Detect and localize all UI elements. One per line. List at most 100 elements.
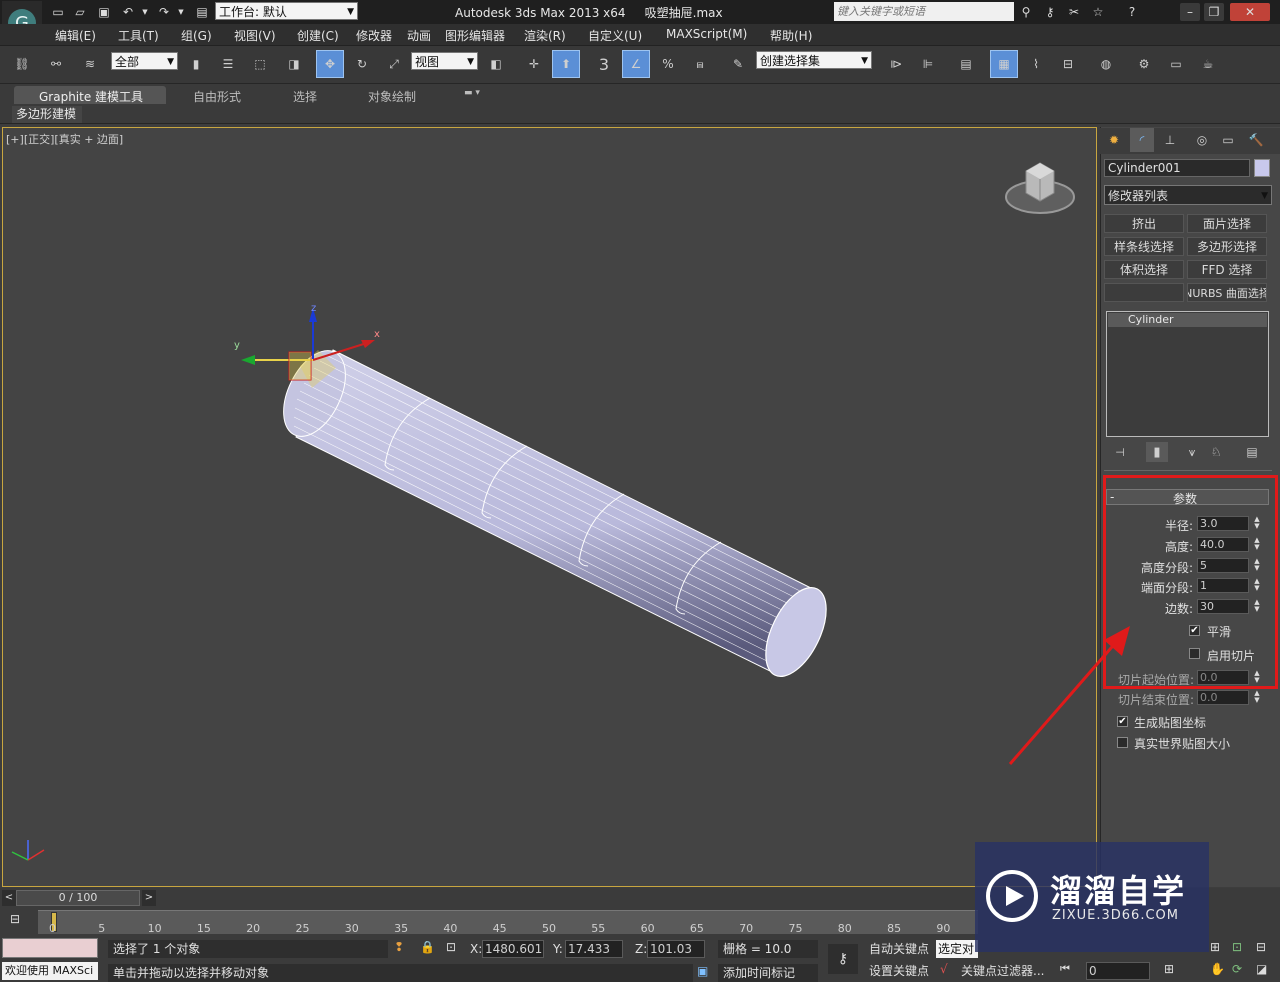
add-time-tag-icon[interactable]: ▣ [697,964,715,982]
welcome-text: 欢迎使用 MAXSci [2,962,98,980]
coord-y-input[interactable]: 17.433 [565,940,623,958]
timeline-tick-label: 10 [147,922,162,935]
absolute-mode-icon[interactable]: ⊡ [446,940,464,958]
auto-key-button[interactable]: 自动关键点 [864,940,934,958]
time-slider-prev[interactable]: < [2,890,16,906]
set-key-icon[interactable]: ⚷ [828,944,858,974]
modifier-stack-item[interactable]: Cylinder [1108,313,1267,327]
gizmo-y-label: y [234,340,240,351]
add-time-tag[interactable]: 添加时间标记 [718,964,818,982]
cylinder-object[interactable] [0,0,1097,887]
key-filters-button[interactable]: 关键点过滤器... [956,962,1052,980]
axis-tripod-icon [11,840,45,861]
viewcube-icon[interactable] [1002,155,1078,223]
selection-status: 选择了 1 个对象 [108,940,388,958]
motion-tab-icon[interactable]: ◎ [1190,128,1214,152]
trackbar-icon[interactable]: ⊟ [10,912,32,930]
zoom-extents-icon[interactable]: ⊡ [1232,940,1250,958]
gizmo-z-label: z [311,303,317,314]
coord-x-input[interactable]: 1480.601 [482,940,544,958]
object-name-field[interactable]: Cylinder001 [1104,159,1250,177]
minimize-icon[interactable]: – [1180,3,1200,21]
timeline-tick-label: 90 [936,922,951,935]
create-tab-icon[interactable]: ✹ [1102,128,1126,152]
zoom-icon[interactable]: ⊞ [1210,940,1228,958]
timeline-tick-label: 70 [739,922,754,935]
key-filters-icon: √ [940,962,948,976]
coord-x-label: X: [470,942,483,956]
pin-stack-icon[interactable]: ⊣ [1110,442,1130,462]
poly-select-button[interactable]: 多边形选择 [1187,237,1267,256]
time-config-icon[interactable]: ⊞ [1164,962,1182,980]
timeline-tick-label: 30 [344,922,359,935]
orbit-icon[interactable]: ⟳ [1232,962,1250,980]
blank-modifier-button[interactable] [1104,283,1184,302]
restore-icon[interactable]: ❐ [1204,3,1224,21]
render-setup-icon[interactable]: ⚙ [1130,50,1158,78]
gizmo-x-label: x [374,329,380,340]
timeline-tick-label: 60 [640,922,655,935]
grid-size: 栅格 = 10.0 [718,940,818,958]
timeline-tick-label: 20 [246,922,261,935]
rendered-frame-icon[interactable]: ▭ [1162,50,1190,78]
configure-modifier-sets-icon[interactable]: ▤ [1242,442,1262,462]
time-slider-next[interactable]: > [142,890,156,906]
render-teapot-icon[interactable]: ☕ [1194,50,1222,78]
coord-z-input[interactable]: 101.03 [647,940,705,958]
timeline-tick-label: 75 [788,922,803,935]
timeline-tick-label: 45 [492,922,507,935]
coord-y-label: Y: [553,942,563,956]
maximize-viewport-icon[interactable]: ⊟ [1256,940,1274,958]
remove-modifier-icon[interactable]: ♘ [1206,442,1226,462]
timeline-tick-label: 5 [98,922,106,935]
current-frame-input[interactable]: 0 [1086,962,1150,980]
prompt-line: 单击并拖动以选择并移动对象 [108,964,693,982]
show-end-result-icon[interactable]: ▮ [1146,442,1168,462]
timeline-tick-label: 35 [394,922,409,935]
timeline-tick-label: 40 [443,922,458,935]
maxscript-listener[interactable] [2,938,98,958]
timeline-tick-label: 50 [542,922,556,935]
object-color-swatch[interactable] [1254,159,1270,177]
timeline-tick-label: 80 [837,922,852,935]
isolate-toggle-icon[interactable]: ❢ [394,940,412,958]
move-gizmo[interactable] [225,300,395,400]
timeline-tick-label: 65 [689,922,704,935]
selected-dropdown[interactable]: 选定对 [936,940,978,958]
annotation-arrow [1008,626,1130,765]
close-icon[interactable]: ✕ [1230,3,1270,21]
max-toggle-icon[interactable]: ◪ [1256,962,1274,980]
timeline-tick-label: 0 [49,922,56,935]
spline-select-button[interactable]: 样条线选择 [1104,237,1184,256]
ffd-select-button[interactable]: FFD 选择 [1187,260,1267,279]
patch-select-button[interactable]: 面片选择 [1187,214,1267,233]
utilities-tab-icon[interactable]: 🔨 [1244,128,1268,152]
nurbs-surface-select-button[interactable]: NURBS 曲面选择 [1187,283,1267,302]
watermark-brand: 溜溜自学 [1050,872,1187,910]
make-unique-icon[interactable]: ⩛ [1182,442,1202,462]
help-icon[interactable]: ? [1122,3,1142,21]
modifier-list-dropdown[interactable]: 修改器列表 [1104,185,1272,205]
slice-to-spinner[interactable]: ▲ ▼ [1253,690,1261,705]
set-key-button[interactable]: 设置关键点 [864,962,934,980]
pan-icon[interactable]: ✋ [1210,962,1228,980]
timeline-tick-label: 85 [887,922,902,935]
timeline-tick-label: 25 [295,922,310,935]
real-world-map-label: 真实世界贴图大小 [1134,737,1231,751]
timeline-tick-label: 15 [196,922,211,935]
modify-tab-icon[interactable]: ◜ [1130,128,1154,152]
extrude-button[interactable]: 挤出 [1104,214,1184,233]
timeline-tick-label: 55 [591,922,606,935]
goto-start-icon[interactable]: ⏮ [1060,962,1080,980]
watermark-url: ZIXUE.3D66.COM [1052,908,1179,923]
watermark-logo-icon [986,870,1038,922]
slice-to-input[interactable]: 0.0 [1197,690,1249,705]
display-tab-icon[interactable]: ▭ [1216,128,1240,152]
time-slider[interactable]: 0 / 100 [16,890,140,906]
selection-lock-icon[interactable]: 🔒 [420,940,438,958]
gen-map-coords-label: 生成贴图坐标 [1134,716,1207,730]
hierarchy-tab-icon[interactable]: ⊥ [1158,128,1182,152]
modifier-stack[interactable] [1106,311,1269,437]
coord-z-label: Z: [635,942,648,956]
vol-select-button[interactable]: 体积选择 [1104,260,1184,279]
